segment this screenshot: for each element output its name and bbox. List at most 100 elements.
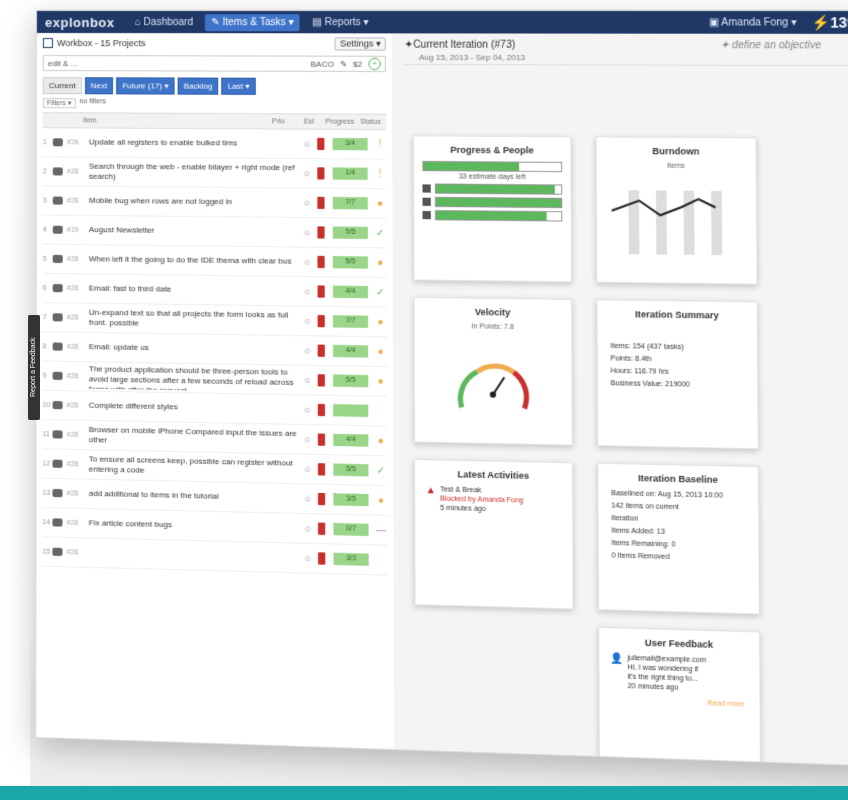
row-title[interactable]: August Newsletter: [89, 225, 303, 237]
row-title[interactable]: Complete different styles: [89, 401, 304, 415]
row-title[interactable]: Un-expand text so that all projects the …: [89, 308, 303, 331]
row-key[interactable]: #28: [67, 402, 89, 409]
row-key[interactable]: #28: [67, 490, 89, 498]
priority-marker[interactable]: [317, 226, 325, 239]
row-key[interactable]: #28: [67, 431, 89, 439]
status-icon[interactable]: ●: [374, 376, 386, 387]
progress-card[interactable]: Progress & People 33 estimate days left: [412, 135, 573, 283]
person-progress[interactable]: [422, 196, 563, 209]
status-icon[interactable]: —: [375, 524, 387, 536]
status-icon[interactable]: ✓: [374, 287, 386, 298]
assignee-icon[interactable]: ☺: [304, 524, 318, 534]
table-row[interactable]: 1 #28 Update all registers to enable bulke…: [42, 128, 387, 160]
assignee-icon[interactable]: ☺: [303, 169, 317, 178]
velocity-card[interactable]: Velocity In Points: 7.8: [413, 296, 573, 446]
row-key[interactable]: #28: [67, 519, 89, 527]
user-menu[interactable]: ▣ Amanda Fong ▾: [709, 17, 797, 28]
col-status[interactable]: Status: [355, 118, 386, 125]
priority-marker[interactable]: [317, 463, 326, 476]
table-row[interactable]: 6 #28 Email: fast to third date ☺ 4/4 ✓: [42, 273, 387, 308]
row-title[interactable]: Mobile bug when rows are not logged in: [89, 196, 303, 208]
tab-future[interactable]: Future (17) ▾: [116, 77, 175, 95]
status-icon[interactable]: !: [374, 168, 386, 179]
table-row[interactable]: 3 #28 Mobile bug when rows are not logged …: [42, 186, 387, 219]
baseline-card[interactable]: Iteration Baseline Baselined on: Aug 15,…: [597, 462, 760, 615]
col-est[interactable]: Est: [294, 118, 325, 125]
pencil-icon[interactable]: ✎: [340, 59, 347, 68]
row-title[interactable]: The product application should be three-…: [89, 364, 304, 392]
status-icon[interactable]: ●: [374, 346, 386, 357]
status-icon[interactable]: ✓: [375, 465, 387, 477]
priority-marker[interactable]: [317, 137, 325, 151]
row-key[interactable]: #28: [67, 343, 89, 350]
priority-marker[interactable]: [317, 255, 325, 269]
table-row[interactable]: 2 #28 Search through the web - enable bila…: [42, 157, 387, 190]
assignee-icon[interactable]: ☺: [303, 435, 317, 444]
status-icon[interactable]: ●: [374, 198, 386, 209]
priority-marker[interactable]: [317, 492, 326, 506]
tab-last[interactable]: Last ▾: [221, 77, 256, 95]
feedback-card[interactable]: User Feedback 👤 juliemail@example.com Hi…: [598, 626, 762, 767]
assignee-icon[interactable]: ☺: [303, 405, 317, 414]
assignee-icon[interactable]: ☺: [303, 139, 317, 148]
iteration-title[interactable]: Current Iteration (#73): [413, 40, 515, 51]
activities-card[interactable]: Latest Activities ▲ Test & Break Blocked…: [414, 458, 574, 610]
col-prio[interactable]: Prio: [263, 118, 294, 125]
row-key[interactable]: #28: [67, 139, 89, 146]
row-title[interactable]: add additional to items in the tutorial: [89, 489, 304, 504]
status-icon[interactable]: ●: [375, 435, 387, 447]
settings-button[interactable]: Settings ▾: [334, 36, 386, 51]
assignee-icon[interactable]: ☺: [303, 257, 317, 266]
row-key[interactable]: #28: [67, 197, 89, 204]
priority-marker[interactable]: [317, 285, 325, 298]
person-progress[interactable]: [422, 183, 563, 195]
row-key[interactable]: #28: [67, 314, 89, 321]
row-title[interactable]: Browser on mobile iPhone Compared input …: [89, 425, 304, 450]
row-key[interactable]: #28: [67, 372, 89, 379]
priority-marker[interactable]: [318, 552, 326, 565]
row-title[interactable]: Search through the web - enable bilayer …: [89, 162, 303, 184]
row-title[interactable]: [89, 553, 304, 558]
row-key[interactable]: #28: [67, 256, 89, 263]
row-title[interactable]: Email: update us: [89, 342, 303, 356]
nav-reports[interactable]: ▤ Reports ▾: [306, 14, 375, 31]
summary-card[interactable]: Iteration Summary Items: 154 (437 tasks)…: [596, 299, 759, 450]
priority-marker[interactable]: [317, 196, 325, 210]
nav-items-tasks[interactable]: ✎ Items & Tasks ▾: [205, 13, 300, 31]
add-item-icon[interactable]: +: [368, 57, 381, 70]
status-icon[interactable]: ●: [374, 316, 386, 327]
tab-backlog[interactable]: Backlog: [177, 77, 219, 95]
objective-link[interactable]: ✦ define an objective: [720, 40, 821, 52]
row-title[interactable]: Update all registers to enable bulked ti…: [89, 137, 303, 148]
priority-marker[interactable]: [317, 374, 325, 387]
table-row[interactable]: 5 #28 When left it the going to do the IDE…: [42, 244, 387, 279]
assignee-icon[interactable]: ☺: [304, 494, 318, 504]
assignee-icon[interactable]: ☺: [303, 375, 317, 384]
row-key[interactable]: #28: [67, 460, 89, 468]
status-icon[interactable]: !: [374, 139, 386, 150]
status-icon[interactable]: ✓: [374, 227, 386, 238]
priority-marker[interactable]: [318, 522, 326, 536]
feedback-side-tab[interactable]: Report a Feedback: [28, 315, 40, 420]
row-key[interactable]: #28: [67, 168, 89, 175]
assignee-icon[interactable]: ☺: [303, 464, 317, 474]
brand-logo[interactable]: explonbox: [45, 15, 115, 30]
priority-marker[interactable]: [317, 403, 325, 417]
row-title[interactable]: Fix article content bugs: [89, 518, 304, 533]
assignee-icon[interactable]: ☺: [303, 287, 317, 296]
assignee-icon[interactable]: ☺: [303, 228, 317, 237]
read-more-link[interactable]: Read more: [614, 697, 744, 709]
priority-marker[interactable]: [317, 314, 325, 328]
points-counter[interactable]: ⚡139: [811, 14, 848, 32]
feedback-item[interactable]: 👤 juliemail@example.com Hi, I was wonder…: [610, 653, 749, 695]
row-key[interactable]: #28: [67, 285, 89, 292]
status-icon[interactable]: ●: [374, 257, 386, 268]
person-progress[interactable]: [422, 210, 563, 222]
row-title[interactable]: Email: fast to third date: [89, 283, 303, 296]
row-title[interactable]: When left it the going to do the IDE the…: [89, 254, 303, 267]
assignee-icon[interactable]: ☺: [303, 316, 317, 325]
status-icon[interactable]: ●: [375, 495, 387, 507]
filter-dropdown[interactable]: Filters ▾: [42, 98, 76, 109]
activity-item[interactable]: ▲ Test & Break Blocked by Amanda Fong 5 …: [426, 485, 562, 516]
table-row[interactable]: 4 #19 August Newsletter ☺ 5/5 ✓: [42, 215, 387, 249]
